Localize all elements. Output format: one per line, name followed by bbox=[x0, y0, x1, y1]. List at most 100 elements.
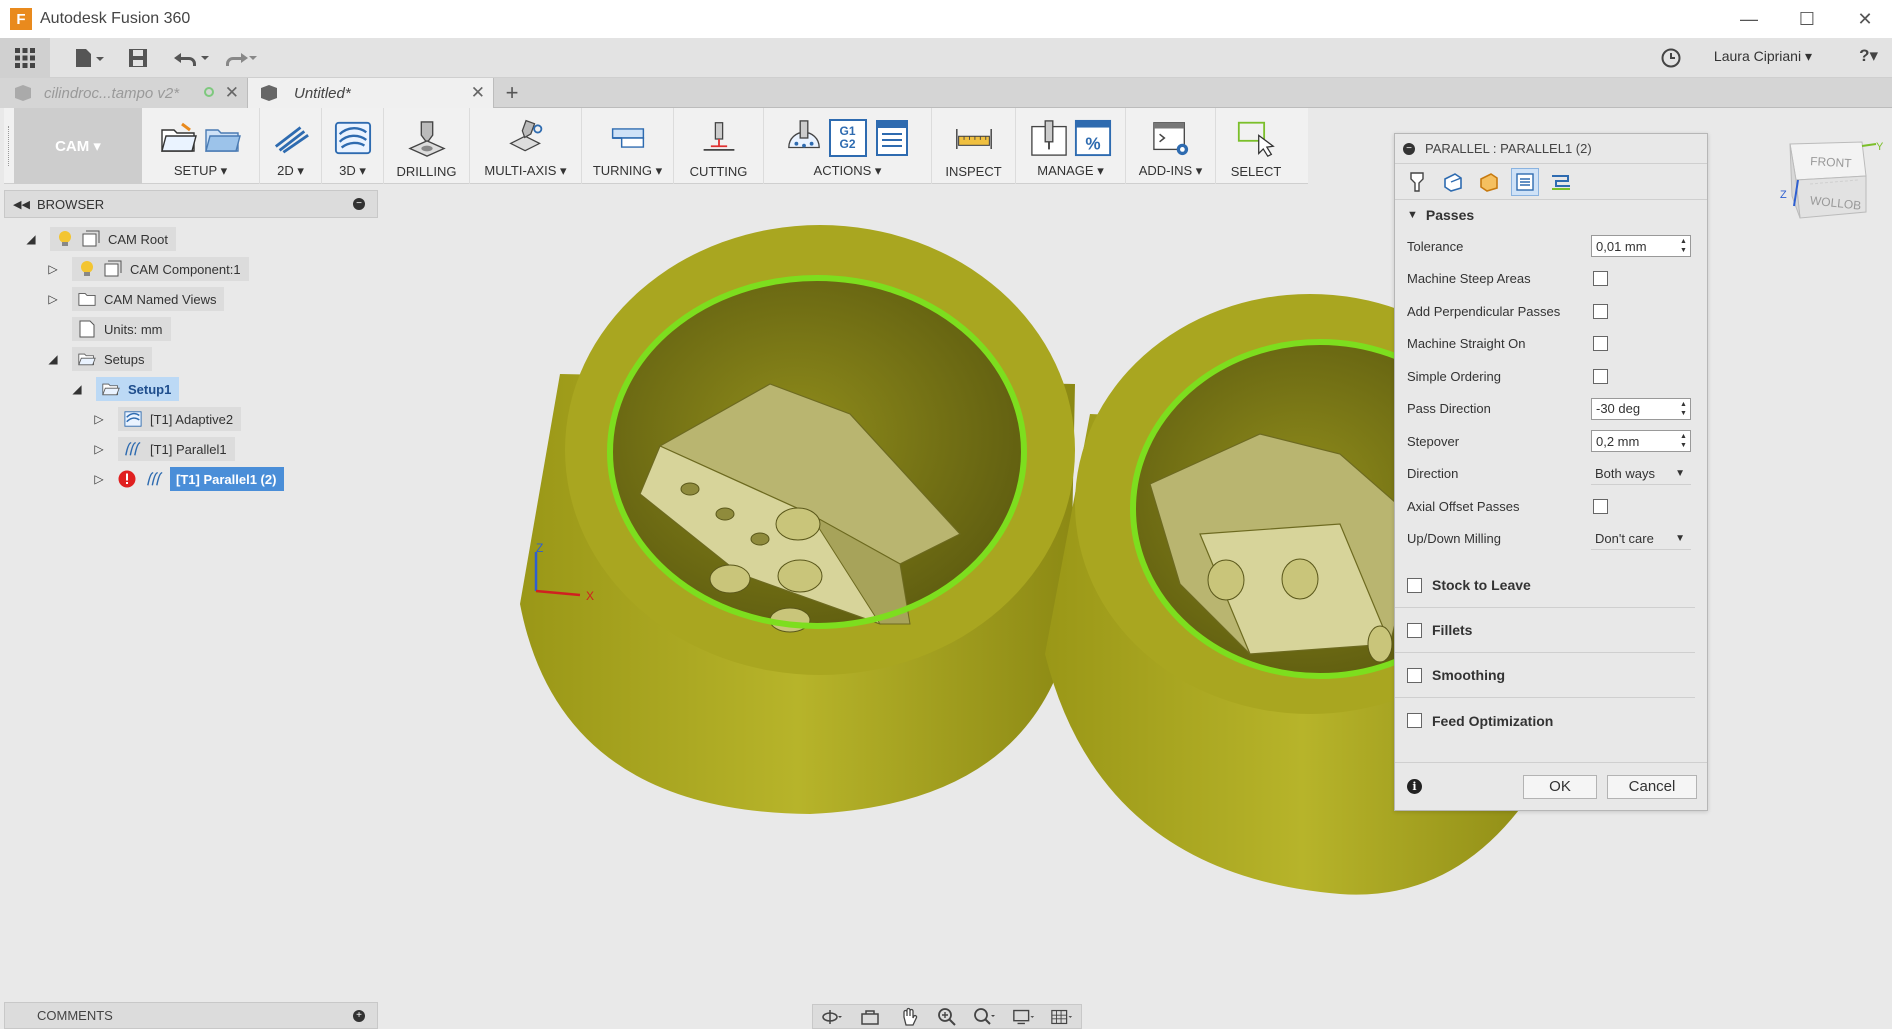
left-cup[interactable] bbox=[520, 225, 1075, 814]
multi-axis-icon[interactable] bbox=[507, 119, 545, 157]
new-setup-icon[interactable] bbox=[160, 119, 198, 157]
tool-library-icon[interactable] bbox=[1030, 119, 1068, 157]
add-comment-icon[interactable]: + bbox=[353, 1009, 365, 1022]
dialog-header[interactable]: − PARALLEL : PARALLEL1 (2) bbox=[1395, 134, 1707, 164]
feed-optimization-checkbox[interactable] bbox=[1407, 713, 1422, 728]
direction-select[interactable]: Both ways ▼ bbox=[1591, 463, 1691, 485]
tree-node-adaptive2[interactable]: ▷ [T1] Adaptive2 bbox=[92, 406, 242, 432]
fit-zoom-window-icon[interactable] bbox=[973, 1007, 997, 1027]
setup-group[interactable]: SETUP ▾ bbox=[142, 108, 260, 184]
machine-straight-on-checkbox[interactable] bbox=[1593, 336, 1608, 352]
tree-node-setup1[interactable]: ◢ Setup1 bbox=[70, 376, 180, 402]
drilling-group[interactable]: DRILLING bbox=[384, 108, 470, 184]
cancel-button[interactable]: Cancel bbox=[1607, 774, 1697, 799]
post-process-icon[interactable]: G1 G2 bbox=[828, 119, 867, 157]
expand-triangle-icon[interactable]: ▷ bbox=[92, 442, 106, 456]
dialog-collapse-icon[interactable]: − bbox=[1403, 142, 1415, 155]
add-perpendicular-passes-checkbox[interactable] bbox=[1593, 303, 1608, 319]
visibility-bulb-icon[interactable] bbox=[78, 260, 96, 278]
machine-steep-areas-checkbox[interactable] bbox=[1593, 271, 1608, 287]
zoom-icon[interactable] bbox=[935, 1007, 959, 1027]
turning-icon[interactable] bbox=[609, 119, 647, 157]
close-tab-icon[interactable]: ✕ bbox=[471, 83, 485, 103]
turning-group[interactable]: TURNING ▾ bbox=[582, 108, 674, 184]
ok-button[interactable]: OK bbox=[1523, 774, 1597, 799]
manage-group[interactable]: % MANAGE ▾ bbox=[1016, 108, 1126, 184]
tree-node-units[interactable]: Units: mm bbox=[72, 316, 171, 342]
tree-node-parallel1-2[interactable]: ▷ [T1] Parallel1 (2) bbox=[92, 466, 285, 492]
pass-direction-input[interactable]: -30 deg ▲ ▼ bbox=[1591, 397, 1691, 420]
axial-offset-passes-checkbox[interactable] bbox=[1593, 498, 1608, 514]
file-menu-button[interactable] bbox=[64, 42, 114, 74]
setup-sheet-doc-icon[interactable] bbox=[873, 119, 911, 157]
stepover-input[interactable]: 0,2 mm ▲ ▼ bbox=[1591, 430, 1691, 453]
3d-adaptive-icon[interactable] bbox=[334, 119, 372, 157]
drill-icon[interactable] bbox=[407, 120, 446, 158]
measure-icon[interactable] bbox=[955, 120, 993, 158]
new-tab-button[interactable]: + bbox=[494, 78, 530, 108]
viewcube-widget[interactable]: Y Z FRONT WOLLOB bbox=[1776, 136, 1884, 232]
heights-tab-icon[interactable] bbox=[1475, 168, 1503, 196]
expand-triangle-icon[interactable]: ▷ bbox=[46, 262, 60, 276]
fillets-checkbox[interactable] bbox=[1407, 622, 1422, 638]
minimize-button[interactable]: — bbox=[1720, 0, 1778, 38]
2d-group[interactable]: 2D ▾ bbox=[260, 108, 322, 184]
cutting-icon[interactable] bbox=[700, 120, 738, 158]
tree-node-setups[interactable]: ◢ Setups bbox=[46, 346, 153, 372]
collapse-triangle-icon[interactable]: ◢ bbox=[24, 232, 38, 246]
visibility-bulb-icon[interactable] bbox=[56, 230, 74, 248]
comments-panel-header[interactable]: COMMENTS + bbox=[4, 1002, 378, 1029]
add-ins-group[interactable]: ADD-INS ▾ bbox=[1126, 108, 1216, 184]
close-tab-icon[interactable]: ✕ bbox=[225, 83, 239, 103]
browser-panel-header[interactable]: ◀◀ BROWSER − bbox=[4, 190, 378, 218]
stepover-spinner[interactable]: ▲ ▼ bbox=[1680, 432, 1688, 450]
expand-triangle-icon[interactable]: ▷ bbox=[92, 412, 106, 426]
undo-button[interactable] bbox=[168, 42, 214, 74]
panel-minus-icon[interactable]: − bbox=[353, 198, 365, 210]
collapse-triangle-icon[interactable]: ◢ bbox=[46, 352, 60, 366]
expand-triangle-icon[interactable]: ▷ bbox=[92, 472, 106, 486]
tab-cilindroc[interactable]: cilindroc...tampo v2* ✕ bbox=[0, 78, 248, 108]
collapse-triangle-icon[interactable]: ◢ bbox=[70, 382, 84, 396]
linking-tab-icon[interactable] bbox=[1547, 168, 1575, 196]
2d-adaptive-icon[interactable] bbox=[272, 119, 310, 157]
multi-axis-group[interactable]: MULTI-AXIS ▾ bbox=[470, 108, 582, 184]
info-icon[interactable]: i bbox=[1407, 779, 1422, 794]
workspace-switcher[interactable]: CAM ▾ bbox=[14, 108, 142, 184]
tab-untitled[interactable]: Untitled* ✕ bbox=[248, 78, 494, 108]
tree-node-cam-root[interactable]: ◢ CAM Root bbox=[24, 226, 176, 252]
post-library-icon[interactable]: % bbox=[1074, 119, 1112, 157]
look-at-icon[interactable] bbox=[858, 1007, 882, 1027]
pass-direction-spinner[interactable]: ▲ ▼ bbox=[1680, 400, 1688, 418]
passes-section-header[interactable]: ▼ Passes bbox=[1395, 200, 1707, 230]
close-window-button[interactable]: ✕ bbox=[1836, 0, 1892, 38]
setup-sheet-icon[interactable] bbox=[204, 119, 242, 157]
pan-hand-icon[interactable] bbox=[897, 1007, 921, 1027]
user-account-menu[interactable]: Laura Cipriani ▾ bbox=[1714, 48, 1812, 65]
inspect-group[interactable]: INSPECT bbox=[932, 108, 1016, 184]
tolerance-spinner[interactable]: ▲ ▼ bbox=[1680, 237, 1688, 255]
simple-ordering-checkbox[interactable] bbox=[1593, 368, 1608, 384]
tree-node-cam-component[interactable]: ▷ CAM Component:1 bbox=[46, 256, 249, 282]
data-panel-grid-button[interactable] bbox=[0, 37, 50, 78]
maximize-button[interactable]: ☐ bbox=[1778, 0, 1836, 38]
section-collapse-icon[interactable]: ▼ bbox=[1407, 209, 1418, 221]
tool-tab-icon[interactable] bbox=[1403, 168, 1431, 196]
simulate-icon[interactable] bbox=[785, 119, 823, 157]
job-status-clock-button[interactable] bbox=[1656, 42, 1686, 74]
orbit-icon[interactable] bbox=[820, 1007, 844, 1027]
tree-node-parallel1[interactable]: ▷ [T1] Parallel1 bbox=[92, 436, 235, 462]
geometry-tab-icon[interactable] bbox=[1439, 168, 1467, 196]
actions-group[interactable]: G1 G2 ACTIONS ▾ bbox=[764, 108, 932, 184]
collapse-panel-icon[interactable]: ◀◀ bbox=[13, 198, 30, 211]
passes-tab-icon[interactable] bbox=[1511, 167, 1539, 196]
3d-group[interactable]: 3D ▾ bbox=[322, 108, 384, 184]
tolerance-input[interactable]: 0,01 mm ▲ ▼ bbox=[1591, 235, 1691, 258]
save-button[interactable] bbox=[118, 42, 158, 74]
help-menu-button[interactable]: ?▾ bbox=[1859, 46, 1878, 66]
stock-to-leave-checkbox[interactable] bbox=[1407, 577, 1422, 593]
expand-triangle-icon[interactable]: ▷ bbox=[46, 292, 60, 306]
select-group[interactable]: SELECT bbox=[1216, 108, 1296, 184]
cutting-group[interactable]: CUTTING bbox=[674, 108, 764, 184]
scripts-addins-icon[interactable] bbox=[1152, 119, 1190, 157]
